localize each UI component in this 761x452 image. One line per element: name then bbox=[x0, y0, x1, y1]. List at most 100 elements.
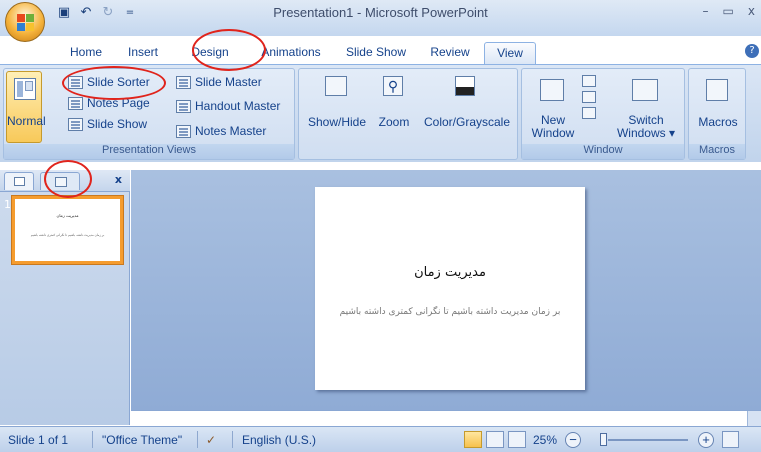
color-grayscale-label: Color/Grayscale bbox=[423, 115, 511, 129]
slide-sorter-status-button[interactable] bbox=[486, 431, 504, 448]
notes-pane[interactable] bbox=[131, 410, 761, 427]
slide-master-button[interactable]: Slide Master bbox=[176, 75, 262, 90]
arrange-all-icon bbox=[582, 75, 596, 87]
title-bar: ▣ ↶ ↻ = Presentation1 - Microsoft PowerP… bbox=[0, 0, 761, 42]
tab-slide-show[interactable]: Slide Show bbox=[336, 42, 416, 64]
normal-view-status-button[interactable] bbox=[464, 431, 482, 448]
tab-home[interactable]: Home bbox=[60, 42, 112, 64]
notes-scrollbar[interactable] bbox=[747, 411, 761, 427]
zoom-level[interactable]: 25% bbox=[533, 433, 557, 447]
zoom-label: Zoom bbox=[378, 115, 410, 129]
status-separator bbox=[92, 431, 93, 448]
switch-windows-label-2: Windows ▾ bbox=[616, 126, 676, 140]
panel-close-icon[interactable]: x bbox=[115, 173, 122, 186]
new-window-icon bbox=[540, 79, 564, 101]
macros-button[interactable]: Macros bbox=[693, 71, 743, 143]
move-split-icon bbox=[582, 107, 596, 119]
new-window-button[interactable]: New Window bbox=[528, 71, 578, 145]
slide-show-button[interactable]: Slide Show bbox=[68, 117, 148, 132]
slide-sorter-label: Slide Sorter bbox=[87, 75, 150, 89]
maximize-button[interactable]: ▭ bbox=[723, 4, 734, 18]
window-title: Presentation1 - Microsoft PowerPoint bbox=[273, 5, 488, 20]
zoom-slider-track[interactable] bbox=[608, 439, 688, 441]
minimize-button[interactable]: – bbox=[703, 4, 709, 18]
panel-tabs: x bbox=[0, 170, 130, 192]
color-grayscale-icon bbox=[455, 76, 475, 96]
zoom-slider-thumb[interactable] bbox=[600, 433, 607, 446]
notes-master-button[interactable]: Notes Master bbox=[176, 124, 267, 139]
color-grayscale-button[interactable]: Color/Grayscale bbox=[419, 71, 515, 143]
ribbon: Normal Slide Sorter Notes Page Slide Sho… bbox=[0, 64, 761, 162]
window-controls: – ▭ x bbox=[703, 4, 755, 18]
fit-slide-button[interactable] bbox=[722, 431, 739, 448]
status-separator bbox=[232, 431, 233, 448]
group-macros: Macros Macros bbox=[688, 68, 746, 160]
show-hide-label: Show/Hide bbox=[307, 115, 367, 129]
normal-view-button[interactable]: Normal bbox=[6, 71, 46, 143]
normal-view-label: Normal bbox=[7, 114, 46, 128]
presentation-views-label: Presentation Views bbox=[4, 144, 294, 159]
tab-view[interactable]: View bbox=[484, 42, 536, 64]
window-group-label: Window bbox=[522, 144, 684, 159]
slide-workspace: مدیریت زمان بر زمان مدیریت داشته باشیم ت… bbox=[131, 170, 761, 410]
slide-canvas[interactable]: مدیریت زمان بر زمان مدیریت داشته باشیم ت… bbox=[315, 187, 585, 390]
slides-outline-panel: x 1 مدیریت زمان بر زمان مدیریت داشته باش… bbox=[0, 170, 130, 425]
notes-master-icon bbox=[176, 125, 191, 139]
tab-insert[interactable]: Insert bbox=[112, 42, 174, 64]
slide-thumbnail[interactable]: مدیریت زمان بر زمان مدیریت داشته باشیم ت… bbox=[12, 196, 123, 264]
outline-tab[interactable] bbox=[40, 172, 80, 190]
switch-windows-button[interactable]: Switch Windows ▾ bbox=[610, 71, 682, 145]
slide-master-icon bbox=[176, 76, 191, 90]
notes-master-label: Notes Master bbox=[195, 124, 267, 138]
slide-show-status-button[interactable] bbox=[508, 431, 526, 448]
macros-icon bbox=[706, 79, 728, 101]
status-bar: Slide 1 of 1 "Office Theme" ✓ English (U… bbox=[0, 426, 761, 452]
theme-name: "Office Theme" bbox=[102, 433, 183, 447]
group-presentation-views: Normal Slide Sorter Notes Page Slide Sho… bbox=[3, 68, 295, 160]
thumbnail-body: بر زمان مدیریت داشته باشیم تا نگرانی کمت… bbox=[30, 233, 105, 237]
slide-thumbnail-number: 1 bbox=[4, 198, 11, 211]
status-separator bbox=[197, 431, 198, 448]
slide-body[interactable]: بر زمان مدیریت داشته باشیم تا نگرانی کمت… bbox=[335, 305, 565, 319]
tab-design[interactable]: Design bbox=[174, 42, 246, 64]
group-window: New Window Switch Windows ▾ Window bbox=[521, 68, 685, 160]
slides-tab-icon bbox=[14, 177, 25, 186]
magnifier-icon: ⚲ bbox=[383, 76, 403, 96]
macros-group-label: Macros bbox=[689, 144, 745, 159]
language-indicator[interactable]: English (U.S.) bbox=[242, 433, 316, 447]
macros-label: Macros bbox=[698, 115, 738, 129]
new-window-label-1: New bbox=[540, 113, 565, 127]
switch-windows-icon bbox=[632, 79, 658, 101]
office-button[interactable] bbox=[5, 2, 45, 42]
slides-tab[interactable] bbox=[4, 172, 34, 190]
slide-master-label: Slide Master bbox=[195, 75, 262, 89]
handout-master-button[interactable]: Handout Master bbox=[176, 99, 281, 114]
slide-title[interactable]: مدیریت زمان bbox=[315, 265, 585, 280]
slide-show-icon bbox=[68, 118, 83, 132]
notes-page-button[interactable]: Notes Page bbox=[68, 96, 150, 111]
spelling-check-icon[interactable]: ✓ bbox=[206, 433, 216, 447]
ribbon-tabs: Home Insert Design Animations Slide Show… bbox=[60, 42, 536, 64]
outline-tab-icon bbox=[55, 177, 67, 187]
normal-view-icon bbox=[14, 78, 36, 100]
tab-review[interactable]: Review bbox=[416, 42, 484, 64]
tab-animations[interactable]: Animations bbox=[246, 42, 336, 64]
notes-page-icon bbox=[68, 97, 83, 111]
help-icon[interactable]: ? bbox=[745, 44, 759, 58]
notes-page-label: Notes Page bbox=[87, 96, 150, 110]
handout-master-label: Handout Master bbox=[195, 99, 281, 113]
zoom-in-button[interactable]: + bbox=[698, 432, 714, 448]
group-show-zoom-color: Show/Hide ⚲ Zoom Color/Grayscale bbox=[298, 68, 518, 160]
handout-master-icon bbox=[176, 100, 191, 114]
show-hide-button[interactable]: Show/Hide bbox=[303, 71, 371, 143]
slide-show-label: Slide Show bbox=[87, 117, 148, 131]
slide-sorter-icon bbox=[68, 76, 83, 90]
zoom-button[interactable]: ⚲ Zoom bbox=[375, 71, 413, 143]
slide-count: Slide 1 of 1 bbox=[8, 433, 69, 447]
slide-sorter-button[interactable]: Slide Sorter bbox=[68, 75, 150, 90]
arrange-buttons[interactable] bbox=[582, 75, 602, 133]
close-button[interactable]: x bbox=[748, 4, 755, 18]
zoom-out-button[interactable]: − bbox=[565, 432, 581, 448]
thumbnail-title: مدیریت زمان bbox=[56, 213, 79, 218]
office-logo-icon bbox=[17, 14, 35, 32]
